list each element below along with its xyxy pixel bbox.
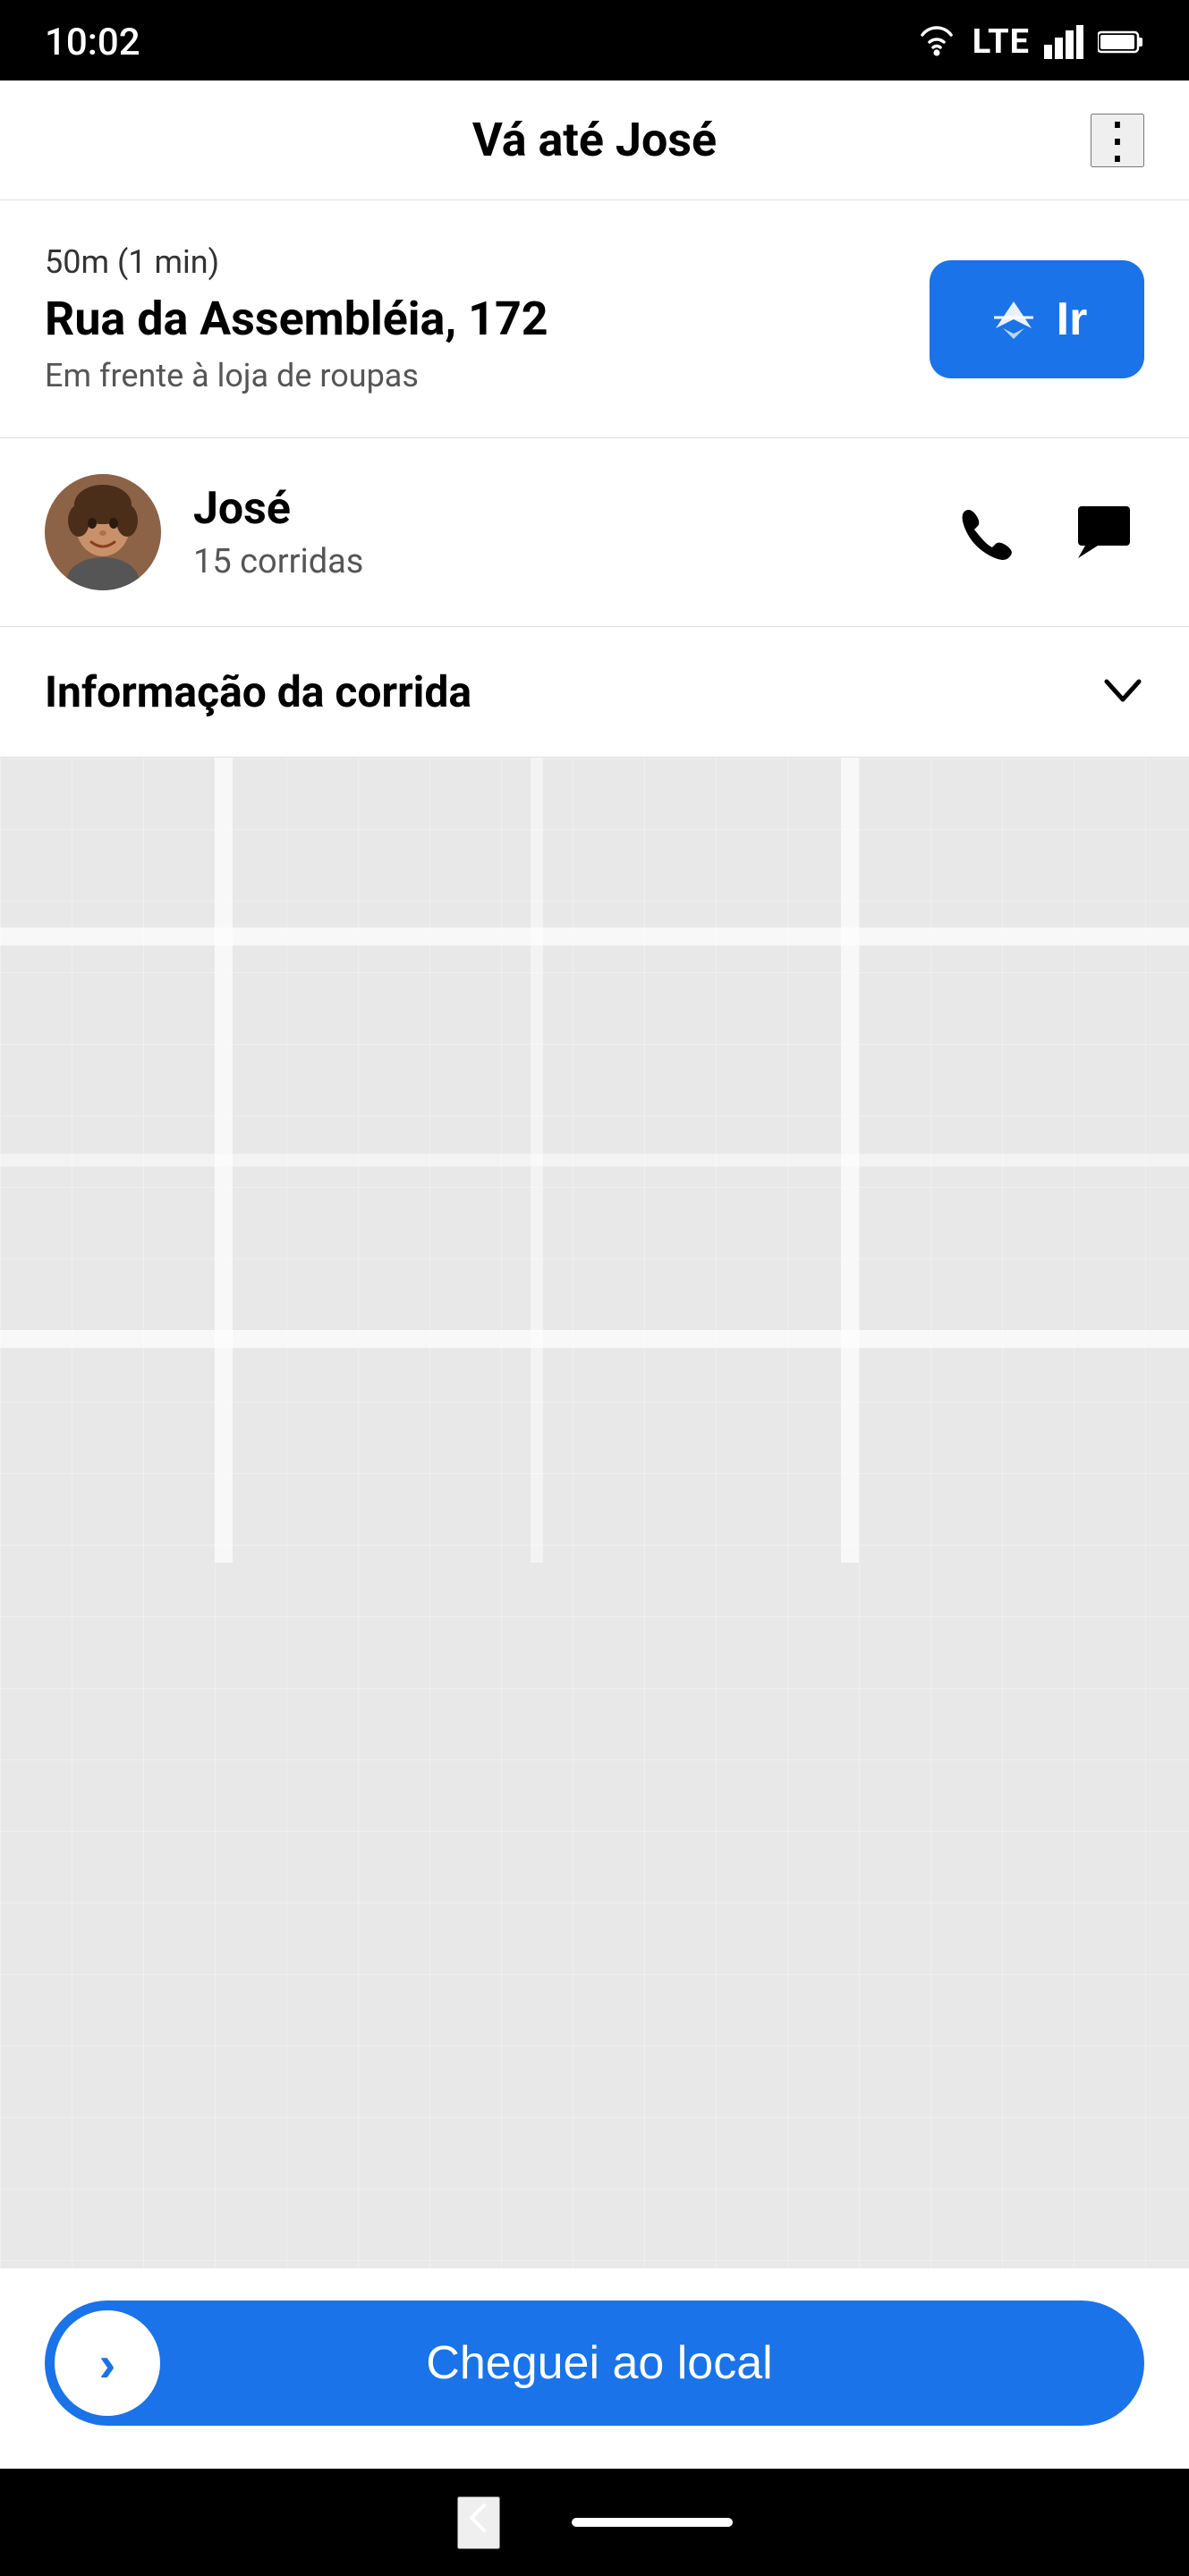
main-content: Vá até José ⋮ 50m (1 min) Rua da Assembl… (0, 80, 1189, 2469)
avatar (45, 474, 161, 590)
map-area (0, 758, 1189, 2268)
address-info: 50m (1 min) Rua da Assembléia, 172 Em fr… (45, 243, 930, 394)
chevron-down-icon (1101, 666, 1144, 717)
ride-info-label: Informação da corrida (45, 666, 471, 717)
driver-name: José (193, 483, 915, 535)
map-visual (0, 758, 1189, 2268)
address-section: 50m (1 min) Rua da Assembléia, 172 Em fr… (0, 200, 1189, 438)
lte-label: LTE (972, 22, 1030, 62)
status-icons: LTE (915, 22, 1144, 62)
page-title: Vá até José (472, 113, 717, 167)
chat-icon (1073, 501, 1135, 564)
arrived-chevron-icon: › (99, 2334, 116, 2393)
home-indicator[interactable] (572, 2518, 733, 2527)
navigate-icon (987, 294, 1040, 344)
address-street: Rua da Assembléia, 172 (45, 292, 930, 346)
arrived-label: Cheguei ao local (160, 2336, 1039, 2390)
chat-button[interactable] (1064, 492, 1144, 572)
address-note: Em frente à loja de roupas (45, 357, 930, 394)
address-distance: 50m (1 min) (45, 243, 930, 281)
driver-actions (947, 492, 1144, 572)
go-button[interactable]: Ir (930, 260, 1144, 378)
nav-back-button[interactable] (457, 2496, 500, 2549)
driver-section: José 15 corridas (0, 438, 1189, 627)
arrived-button-circle: › (55, 2310, 160, 2416)
battery-icon (1098, 29, 1144, 55)
driver-info: José 15 corridas (193, 483, 915, 581)
menu-button[interactable]: ⋮ (1091, 114, 1144, 167)
status-bar: 10:02 LTE (0, 0, 1189, 80)
header: Vá até José ⋮ (0, 80, 1189, 200)
signal-icon (1044, 25, 1083, 59)
ride-info-section[interactable]: Informação da corrida (0, 627, 1189, 758)
wifi-icon (915, 26, 958, 58)
phone-icon (956, 501, 1019, 564)
call-button[interactable] (947, 492, 1028, 572)
bottom-section: › Cheguei ao local (0, 2268, 1189, 2469)
arrived-button[interactable]: › Cheguei ao local (45, 2301, 1144, 2426)
avatar-image (45, 474, 161, 590)
status-time: 10:02 (45, 21, 140, 64)
driver-rides: 15 corridas (193, 542, 915, 581)
go-button-label: Ir (1057, 292, 1088, 346)
bottom-nav (0, 2469, 1189, 2576)
back-arrow-icon (459, 2498, 498, 2538)
